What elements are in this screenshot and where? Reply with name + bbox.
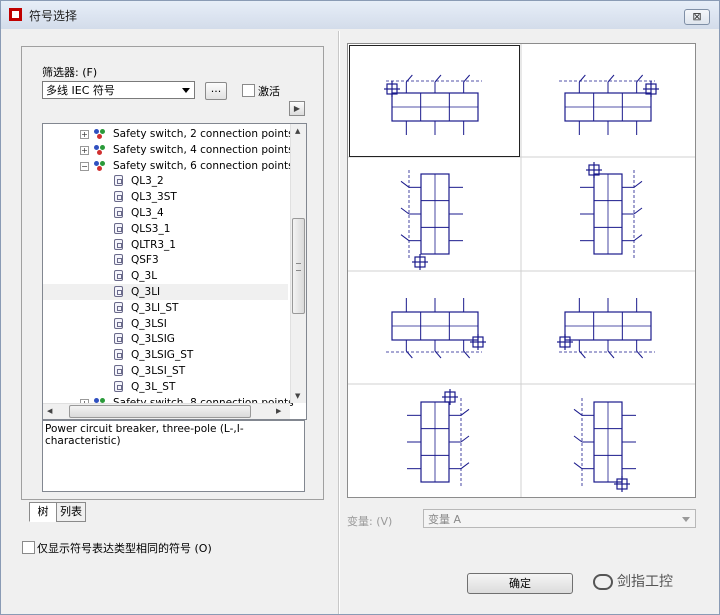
- variant-selected-value: 变量 A: [428, 513, 462, 526]
- symbol-icon: [114, 207, 123, 218]
- filter-label: 筛选器: (F): [42, 66, 98, 79]
- symbol-icon: [114, 301, 123, 313]
- collapse-icon[interactable]: −: [80, 161, 89, 171]
- tree-group-row[interactable]: + Safety switch, 4 connection points: [43, 142, 294, 158]
- tree-horizontal-scroll-thumb[interactable]: [69, 405, 251, 418]
- filter-selected-value: 多线 IEC 符号: [46, 84, 115, 97]
- tree-item-label: Q_3LSIG: [131, 333, 175, 346]
- tree-item[interactable]: QL3_3ST: [43, 189, 288, 205]
- same-representation-checkbox[interactable]: [22, 541, 35, 554]
- expand-icon[interactable]: +: [80, 130, 89, 139]
- symbol-icon: [114, 238, 123, 250]
- scroll-right-icon[interactable]: ▶: [276, 407, 281, 415]
- activate-checkbox[interactable]: [242, 84, 255, 97]
- scroll-down-icon[interactable]: ▼: [295, 392, 300, 400]
- chevron-down-icon: [182, 88, 190, 93]
- tree-item-label: Q_3L: [131, 270, 158, 283]
- tree-item[interactable]: Q_3LSIG_ST: [43, 347, 288, 363]
- tree-item-label: QLS3_1: [131, 222, 171, 235]
- tree-item[interactable]: QL3_2: [43, 173, 288, 189]
- title-bar: 符号选择 ⊠: [1, 1, 719, 29]
- tree-item[interactable]: Q_3L: [43, 268, 288, 284]
- symbol-preview-grid: [347, 43, 696, 498]
- symbol-icon: [114, 175, 123, 187]
- variant-label: 变量: (V): [347, 515, 393, 528]
- tree-group-row[interactable]: + Safety switch, 2 connection points: [43, 126, 294, 142]
- window-title: 符号选择: [29, 9, 78, 23]
- close-button[interactable]: ⊠: [684, 9, 710, 25]
- expand-icon[interactable]: +: [80, 145, 89, 155]
- tree-item-label: QL3_3ST: [131, 191, 177, 204]
- tree-item[interactable]: QLTR3_1: [43, 237, 288, 253]
- symbol-icon: [114, 380, 123, 392]
- variant-select[interactable]: 变量 A: [423, 509, 696, 528]
- tree-item[interactable]: Q_3LSI: [43, 316, 288, 332]
- tree-group-label: Safety switch, 2 connection points: [113, 128, 294, 140]
- panel-divider[interactable]: [338, 31, 340, 614]
- wechat-icon: [593, 574, 613, 590]
- tree-item-label: QSF3: [131, 254, 159, 267]
- filter-more-button[interactable]: ...: [205, 82, 227, 100]
- symbol-group-icon: [94, 160, 106, 171]
- tree-item[interactable]: Q_3L_ST: [43, 379, 288, 395]
- tree-horizontal-scrollbar[interactable]: ◀ ▶: [43, 403, 290, 419]
- tree-group-label: Safety switch, 4 connection points: [113, 143, 294, 156]
- app-icon: [9, 8, 22, 21]
- symbol-group-icon: [94, 144, 106, 155]
- symbol-icon: [114, 222, 123, 234]
- filter-select[interactable]: 多线 IEC 符号: [42, 81, 195, 99]
- selected-symbol-cell[interactable]: [349, 45, 520, 157]
- ok-button[interactable]: 确定: [467, 573, 573, 594]
- tree-vertical-scrollbar[interactable]: ▲ ▼: [290, 124, 306, 403]
- symbol-group-icon: [94, 129, 106, 139]
- tree-item[interactable]: Q_3LSIG: [43, 331, 288, 347]
- same-representation-label: 仅显示符号表达类型相同的符号 (O): [37, 542, 212, 555]
- tree-item-label: Q_3LI_ST: [131, 301, 179, 314]
- scroll-up-icon[interactable]: ▲: [295, 127, 300, 135]
- symbol-icon: [114, 333, 123, 345]
- symbol-icon: [114, 317, 123, 329]
- tree-item-label: QL3_2: [131, 175, 164, 188]
- scroll-left-icon[interactable]: ◀: [47, 407, 52, 415]
- tab-list[interactable]: 列表: [56, 502, 86, 522]
- tree-item-label: QLTR3_1: [131, 238, 176, 251]
- tree-item[interactable]: QSF3: [43, 252, 288, 268]
- tree-item-label: Q_3LSI_ST: [131, 365, 186, 377]
- tree-vertical-scroll-thumb[interactable]: [292, 218, 305, 314]
- symbol-icon: [114, 349, 123, 361]
- tree-item-label: Q_3L_ST: [131, 380, 176, 393]
- watermark: 剑指工控: [593, 569, 673, 595]
- symbol-icon: [114, 365, 123, 376]
- activate-label: 激活: [258, 85, 280, 98]
- tree-item[interactable]: Q_3LSI_ST: [43, 363, 288, 379]
- expand-arrow-button[interactable]: ▶: [289, 101, 305, 116]
- tree-item[interactable]: QLS3_1: [43, 221, 288, 237]
- tree-group-row[interactable]: − Safety switch, 6 connection points: [43, 158, 294, 174]
- tree-item[interactable]: QL3_4: [43, 205, 288, 221]
- symbol-tree[interactable]: + Safety switch, 2 connection points + Safe…: [42, 123, 307, 420]
- tab-tree[interactable]: 树: [29, 502, 57, 522]
- symbol-icon: [114, 191, 123, 203]
- symbol-icon: [114, 270, 123, 282]
- tree-item-selected[interactable]: Q_3LI: [43, 284, 288, 300]
- left-panel: 筛选器: (F) 多线 IEC 符号 ... 激活 ▶ + Safety swit…: [21, 46, 324, 500]
- tree-item-label: QL3_4: [131, 207, 164, 219]
- symbol-icon: [114, 286, 123, 297]
- tree-item[interactable]: Q_3LI_ST: [43, 300, 288, 316]
- tree-item-label: Q_3LSI: [131, 317, 167, 330]
- chevron-down-icon: [682, 517, 690, 522]
- symbol-selection-dialog: 符号选择 ⊠ 筛选器: (F) 多线 IEC 符号 ... 激活 ▶ + Safe…: [0, 0, 720, 615]
- symbol-description: Power circuit breaker, three-pole (L-,I-…: [42, 420, 305, 492]
- watermark-text: 剑指工控: [617, 574, 673, 590]
- tree-item-label: Q_3LI: [131, 286, 161, 298]
- tree-group-label: Safety switch, 6 connection points: [113, 159, 294, 172]
- symbol-icon: [114, 254, 123, 266]
- tree-item-label: Q_3LSIG_ST: [131, 349, 194, 362]
